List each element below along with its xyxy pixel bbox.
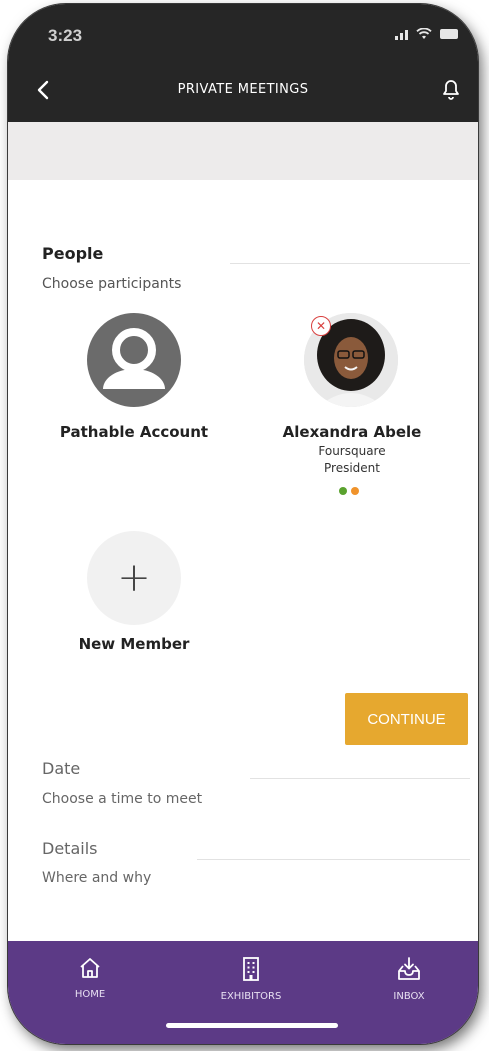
notifications-button[interactable] [438, 76, 464, 102]
inbox-download-icon [398, 957, 420, 980]
participant-role: President [324, 461, 380, 475]
remove-participant-button[interactable]: ✕ [311, 316, 331, 336]
participant-name: Pathable Account [59, 423, 209, 441]
nav-exhibitors[interactable]: EXHIBITORS [206, 955, 296, 1002]
status-dots [339, 487, 359, 495]
date-divider [250, 778, 470, 779]
plus-icon: + [117, 555, 151, 601]
details-subtitle[interactable]: Where and why [42, 870, 151, 886]
status-icons [395, 28, 458, 40]
page-title: PRIVATE MEETINGS [177, 82, 309, 97]
date-heading: Date [42, 759, 81, 778]
add-member-label: New Member [78, 635, 190, 653]
nav-exhibitors-label: EXHIBITORS [220, 991, 282, 1002]
status-time: 3:23 [48, 26, 83, 45]
bell-icon [443, 80, 459, 100]
home-indicator[interactable] [166, 1023, 338, 1028]
add-member-button[interactable]: + [87, 531, 181, 625]
participant-company: Foursquare [318, 444, 386, 458]
bottom-nav: HOME EXHIBITORS INBOX [8, 941, 478, 1044]
app-header: 3:23 PRIVATE MEETINGS [8, 4, 478, 122]
battery-icon [440, 29, 458, 39]
nav-inbox[interactable]: INBOX [364, 955, 454, 1002]
wifi-icon [416, 28, 432, 39]
nav-home[interactable]: HOME [45, 955, 135, 1000]
green-status-dot [339, 487, 347, 495]
details-divider [197, 859, 470, 860]
close-icon: ✕ [315, 319, 327, 333]
people-subtitle: Choose participants [42, 276, 182, 292]
home-icon [80, 958, 100, 978]
nav-inbox-label: INBOX [393, 991, 425, 1002]
orange-status-dot [351, 487, 359, 495]
signal-icon [395, 28, 408, 40]
user-silhouette-icon [103, 328, 165, 389]
people-heading: People [42, 244, 104, 263]
details-heading: Details [42, 839, 98, 858]
people-divider [230, 263, 470, 264]
date-subtitle[interactable]: Choose a time to meet [42, 791, 202, 807]
participant-name: Alexandra Abele [282, 423, 422, 441]
grey-banner [8, 122, 478, 180]
default-avatar[interactable] [87, 313, 181, 407]
phone-frame: 3:23 PRIVATE MEETINGS People Choose part… [8, 4, 478, 1044]
building-icon [243, 957, 259, 981]
continue-button[interactable]: CONTINUE [345, 693, 468, 745]
nav-home-label: HOME [74, 989, 106, 1000]
